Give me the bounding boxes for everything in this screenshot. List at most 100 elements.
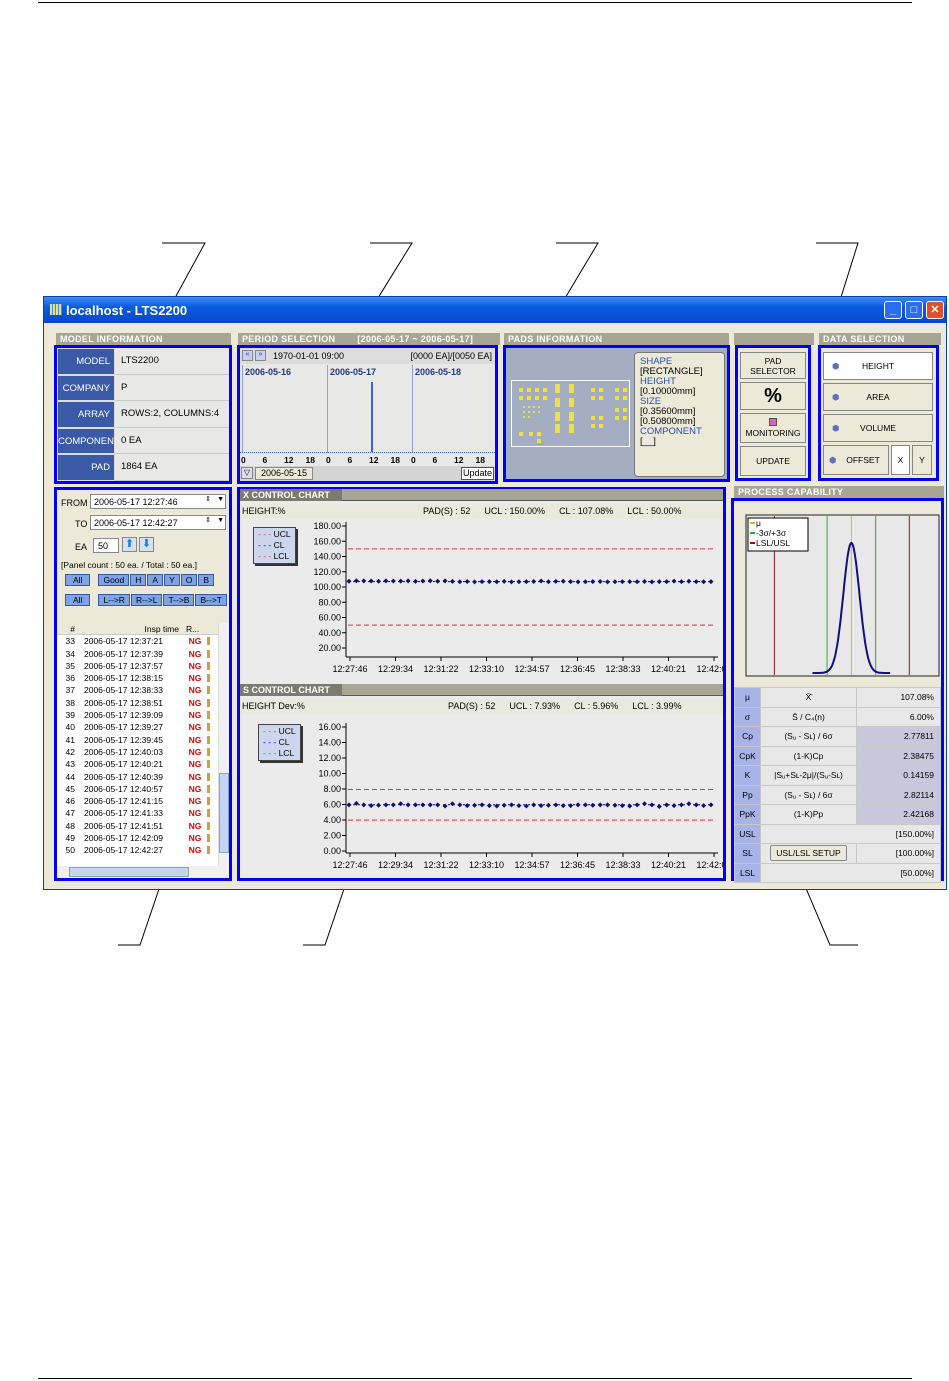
pad-selector-button[interactable]: PAD SELECTOR — [740, 352, 806, 379]
minimize-button[interactable]: _ — [884, 301, 902, 319]
data-point — [642, 801, 648, 807]
capability-value: 0.14159 — [856, 765, 941, 786]
day-label[interactable]: 2006-05-16 — [245, 367, 291, 377]
data-point — [449, 801, 455, 807]
data-point — [560, 803, 566, 809]
filter-button-lr[interactable]: L-->R — [98, 594, 130, 606]
filter-button-rl[interactable]: R-->L — [130, 594, 163, 606]
data-point — [545, 579, 551, 585]
data-selection-header: DATA SELECTION — [819, 333, 941, 345]
table-row[interactable]: 40 2006-05-17 12:39:27 NG — [57, 721, 229, 733]
next-arrow-icon[interactable]: » — [255, 350, 266, 361]
data-point — [472, 802, 478, 808]
table-row[interactable]: 35 2006-05-17 12:37:57 NG — [57, 660, 229, 672]
vertical-scrollbar[interactable] — [218, 623, 229, 866]
x-button[interactable]: X — [891, 445, 910, 475]
column-result[interactable]: R... — [183, 623, 209, 634]
row-number: 49 — [65, 833, 75, 844]
table-row[interactable]: 37 2006-05-17 12:38:33 NG — [57, 684, 229, 696]
row-number: 44 — [65, 771, 75, 782]
h-scroll-thumb[interactable] — [69, 867, 189, 877]
data-point — [553, 578, 559, 584]
row-number: 41 — [65, 734, 75, 745]
y-button[interactable]: Y — [912, 445, 932, 475]
data-point — [590, 579, 596, 585]
table-row[interactable]: 50 2006-05-17 12:42:27 NG — [57, 844, 229, 856]
chart-stat-lcl: LCL : 50.00% — [627, 506, 682, 516]
down-arrow-button[interactable]: ⬇ — [139, 537, 154, 552]
filter-button-all[interactable]: All — [65, 574, 91, 586]
table-row[interactable]: 42 2006-05-17 12:40:03 NG — [57, 746, 229, 758]
window-title: localhost - LTS2200 — [66, 303, 188, 318]
maximize-button[interactable]: □ — [905, 301, 923, 319]
table-row[interactable]: 49 2006-05-17 12:42:09 NG — [57, 832, 229, 844]
offset-button[interactable]: ⬢ OFFSET — [823, 445, 889, 475]
data-point — [545, 802, 551, 808]
filter-icon[interactable]: ▽ — [241, 467, 253, 479]
day-label[interactable]: 2006-05-17 — [330, 367, 376, 377]
data-point — [449, 578, 455, 584]
prev-arrow-icon[interactable]: « — [242, 350, 253, 361]
data-point — [398, 801, 404, 807]
table-row[interactable]: 36 2006-05-17 12:38:15 NG — [57, 672, 229, 684]
table-row[interactable]: 38 2006-05-17 12:38:51 NG — [57, 697, 229, 709]
table-row[interactable]: 45 2006-05-17 12:40:57 NG — [57, 783, 229, 795]
model-info-value: 1864 EA — [115, 454, 229, 481]
day-label[interactable]: 2006-05-18 — [415, 367, 461, 377]
data-point — [590, 802, 596, 808]
volume-button[interactable]: ⬢ VOLUME — [823, 414, 933, 442]
x-tick-label: 12:40:21 — [651, 860, 686, 870]
from-datetime-picker[interactable]: 2006-05-17 12:27:46 ⇕ ▼ — [90, 494, 226, 509]
table-row[interactable]: 34 2006-05-17 12:37:39 NG — [57, 648, 229, 660]
spinner-icon[interactable]: ⇕ — [205, 516, 211, 524]
row-insp-time: 2006-05-17 12:38:33 — [84, 685, 163, 696]
filter-button-o[interactable]: O — [180, 574, 198, 586]
data-point — [479, 579, 485, 585]
ea-input[interactable]: 50 — [93, 538, 119, 553]
scroll-thumb[interactable] — [219, 773, 229, 853]
data-point — [678, 579, 684, 585]
dropdown-arrow-icon[interactable]: ▼ — [217, 517, 224, 524]
dropdown-arrow-icon[interactable]: ▼ — [217, 496, 224, 503]
usl-lsl-setup-button[interactable]: USL/LSL SETUP — [770, 845, 847, 862]
filter-button-good[interactable]: Good — [98, 574, 130, 586]
up-arrow-button[interactable]: ⬆ — [122, 537, 137, 552]
table-row[interactable]: 39 2006-05-17 12:39:09 NG — [57, 709, 229, 721]
column-number[interactable]: # — [57, 623, 79, 634]
area-button[interactable]: ⬢ AREA — [823, 383, 933, 411]
close-button[interactable]: ✕ — [926, 301, 944, 319]
row-insp-time: 2006-05-17 12:41:33 — [84, 808, 163, 819]
filter-button-all[interactable]: All — [65, 594, 91, 606]
filter-button-y[interactable]: Y — [164, 574, 180, 586]
table-row[interactable]: 46 2006-05-17 12:41:15 NG — [57, 795, 229, 807]
filter-button-tb[interactable]: T-->B — [163, 594, 195, 606]
filter-button-b[interactable]: B — [198, 574, 215, 586]
table-row[interactable]: 41 2006-05-17 12:39:45 NG — [57, 734, 229, 746]
filter-button-a[interactable]: A — [147, 574, 164, 586]
model-info-row: MODEL LTS2200 — [57, 348, 229, 375]
table-row[interactable]: 48 2006-05-17 12:41:51 NG — [57, 820, 229, 832]
row-number: 38 — [65, 697, 75, 708]
chart-info-bar: HEIGHT:% PAD(S) : 52 UCL : 150.00% CL : 107… — [240, 504, 723, 519]
percent-button[interactable]: % — [740, 382, 806, 410]
data-point — [701, 803, 707, 809]
period-update-button[interactable]: Update — [461, 467, 494, 480]
table-row[interactable]: 33 2006-05-17 12:37:21 NG — [57, 635, 229, 647]
data-point — [605, 802, 611, 808]
date-field[interactable]: 2006-05-15 — [255, 467, 313, 480]
horizontal-scrollbar[interactable] — [57, 866, 229, 878]
table-row[interactable]: 44 2006-05-17 12:40:39 NG — [57, 771, 229, 783]
height-button[interactable]: ⬢ HEIGHT — [823, 352, 933, 380]
column-insp-time[interactable]: Insp time — [79, 623, 183, 634]
filter-button-h[interactable]: H — [130, 574, 147, 586]
table-row[interactable]: 47 2006-05-17 12:41:33 NG — [57, 807, 229, 819]
filter-button-bt[interactable]: B-->T — [195, 594, 227, 606]
hour-tick-label: 6 — [432, 455, 438, 465]
row-insp-time: 2006-05-17 12:42:27 — [84, 845, 163, 856]
chart-title: X CONTROL CHART — [240, 489, 342, 501]
spinner-icon[interactable]: ⇕ — [205, 495, 211, 503]
to-datetime-picker[interactable]: 2006-05-17 12:42:27 ⇕ ▼ — [90, 515, 226, 530]
update-button[interactable]: UPDATE — [740, 446, 806, 476]
monitoring-button[interactable]: MONITORING — [740, 413, 806, 443]
table-row[interactable]: 43 2006-05-17 12:40:21 NG — [57, 758, 229, 770]
